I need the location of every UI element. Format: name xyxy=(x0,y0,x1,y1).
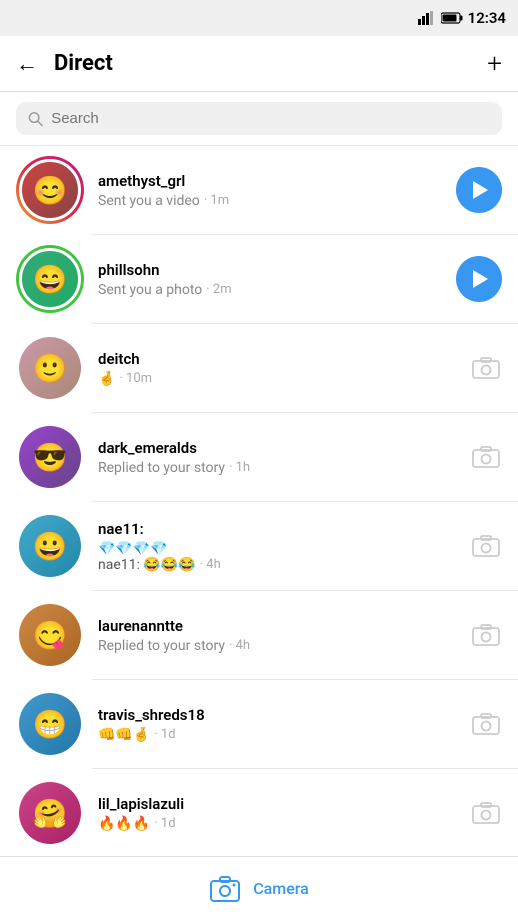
back-button[interactable]: ← xyxy=(16,51,38,77)
message-preview: 👊👊🤞 · 1d xyxy=(98,727,456,743)
message-content: travis_shreds18 👊👊🤞 · 1d xyxy=(98,706,456,743)
list-item[interactable]: 😊 amethyst_grl Sent you a video · 1m xyxy=(0,146,518,234)
avatar: 😄 xyxy=(16,245,84,313)
avatar: 🤗 xyxy=(16,779,84,847)
status-time: 12:34 xyxy=(468,9,506,27)
message-preview: 🔥🔥🔥 · 1d xyxy=(98,816,456,832)
message-time: · 1d xyxy=(154,816,175,831)
message-preview: Replied to your story · 1h xyxy=(98,460,456,476)
message-preview-text: Replied to your story xyxy=(98,638,225,654)
camera-message-button[interactable] xyxy=(470,797,502,829)
message-action[interactable] xyxy=(470,619,502,651)
message-time: · 1m xyxy=(204,193,229,208)
status-icons: 12:34 xyxy=(418,9,506,27)
avatar: 😊 xyxy=(16,156,84,224)
message-time: · 4h xyxy=(229,638,250,653)
avatar: 😀 xyxy=(16,512,84,580)
message-preview: Sent you a video · 1m xyxy=(98,193,442,209)
list-item[interactable]: 😁 travis_shreds18 👊👊🤞 · 1d xyxy=(0,680,518,768)
message-content: deitch 🤞 · 10m xyxy=(98,350,456,387)
message-preview-2: nae11: 😂😂😂 · 4h xyxy=(98,557,456,573)
camera-message-button[interactable] xyxy=(470,708,502,740)
message-username: dark_emeralds xyxy=(98,439,456,457)
message-action[interactable] xyxy=(470,708,502,740)
list-item[interactable]: 🤗 lil_lapislazuli 🔥🔥🔥 · 1d xyxy=(0,769,518,857)
avatar: 😋 xyxy=(16,601,84,669)
search-input-wrap xyxy=(16,102,502,135)
message-action[interactable] xyxy=(456,256,502,302)
camera-message-button[interactable] xyxy=(470,530,502,562)
search-icon xyxy=(28,111,43,127)
message-username: phillsohn xyxy=(98,261,442,279)
search-bar xyxy=(0,92,518,145)
message-username: laurenanntte xyxy=(98,617,456,635)
list-item[interactable]: 😎 dark_emeralds Replied to your story · … xyxy=(0,413,518,501)
camera-label[interactable]: Camera xyxy=(253,879,309,898)
message-action[interactable] xyxy=(470,352,502,384)
header: ← Direct + xyxy=(0,36,518,92)
message-time: · 2m xyxy=(206,282,231,297)
list-item[interactable]: 😋 laurenanntte Replied to your story · 4… xyxy=(0,591,518,679)
message-content: laurenanntte Replied to your story · 4h xyxy=(98,617,456,654)
message-preview-text: Replied to your story xyxy=(98,460,225,476)
bottom-bar: Camera xyxy=(0,856,518,920)
emoji-diamonds: 💎💎💎💎 xyxy=(98,541,168,557)
message-content: lil_lapislazuli 🔥🔥🔥 · 1d xyxy=(98,795,456,832)
message-action[interactable] xyxy=(470,441,502,473)
status-bar: 12:34 xyxy=(0,0,518,36)
message-time: · 10m xyxy=(119,371,152,386)
play-button[interactable] xyxy=(456,167,502,213)
message-username-inline: nae11: 😂😂😂 xyxy=(98,557,196,573)
message-time: · 1d xyxy=(154,727,175,742)
message-content: phillsohn Sent you a photo · 2m xyxy=(98,261,442,298)
list-item[interactable]: 🙂 deitch 🤞 · 10m xyxy=(0,324,518,412)
message-content: dark_emeralds Replied to your story · 1h xyxy=(98,439,456,476)
message-username: nae11: xyxy=(98,520,456,538)
list-item[interactable]: 😄 phillsohn Sent you a photo · 2m xyxy=(0,235,518,323)
new-message-button[interactable]: + xyxy=(487,49,502,79)
message-preview-text: Sent you a photo xyxy=(98,282,202,298)
message-time: · 1h xyxy=(229,460,250,475)
message-preview: Sent you a photo · 2m xyxy=(98,282,442,298)
camera-message-button[interactable] xyxy=(470,441,502,473)
play-icon xyxy=(473,181,488,199)
message-list: 😊 amethyst_grl Sent you a video · 1m xyxy=(0,146,518,857)
page-title: Direct xyxy=(54,51,113,76)
message-username: travis_shreds18 xyxy=(98,706,456,724)
message-content: amethyst_grl Sent you a video · 1m xyxy=(98,172,442,209)
avatar: 🙂 xyxy=(16,334,84,402)
camera-message-button[interactable] xyxy=(470,619,502,651)
message-time: · 4h xyxy=(200,557,221,572)
message-preview: 🤞 · 10m xyxy=(98,371,456,387)
message-content: nae11: 💎💎💎💎 nae11: 😂😂😂 · 4h xyxy=(98,520,456,573)
message-preview-text: Sent you a video xyxy=(98,193,200,209)
message-preview: 💎💎💎💎 xyxy=(98,541,456,557)
play-button[interactable] xyxy=(456,256,502,302)
camera-bottom-icon[interactable] xyxy=(209,873,241,905)
battery-icon xyxy=(441,12,463,24)
message-preview: Replied to your story · 4h xyxy=(98,638,456,654)
message-action[interactable] xyxy=(470,530,502,562)
search-input[interactable] xyxy=(51,110,490,127)
message-action[interactable] xyxy=(470,797,502,829)
message-action[interactable] xyxy=(456,167,502,213)
header-left: ← Direct xyxy=(16,51,113,77)
message-username: amethyst_grl xyxy=(98,172,442,190)
camera-message-button[interactable] xyxy=(470,352,502,384)
message-username: lil_lapislazuli xyxy=(98,795,456,813)
avatar: 😎 xyxy=(16,423,84,491)
play-icon xyxy=(473,270,488,288)
signal-icon xyxy=(418,11,436,25)
avatar: 😁 xyxy=(16,690,84,758)
message-username: deitch xyxy=(98,350,456,368)
message-emoji: 👊👊🤞 xyxy=(98,727,150,743)
list-item[interactable]: 😀 nae11: 💎💎💎💎 nae11: 😂😂😂 · 4h xyxy=(0,502,518,590)
message-emoji: 🤞 xyxy=(98,371,115,387)
message-emoji: 🔥🔥🔥 xyxy=(98,816,150,832)
